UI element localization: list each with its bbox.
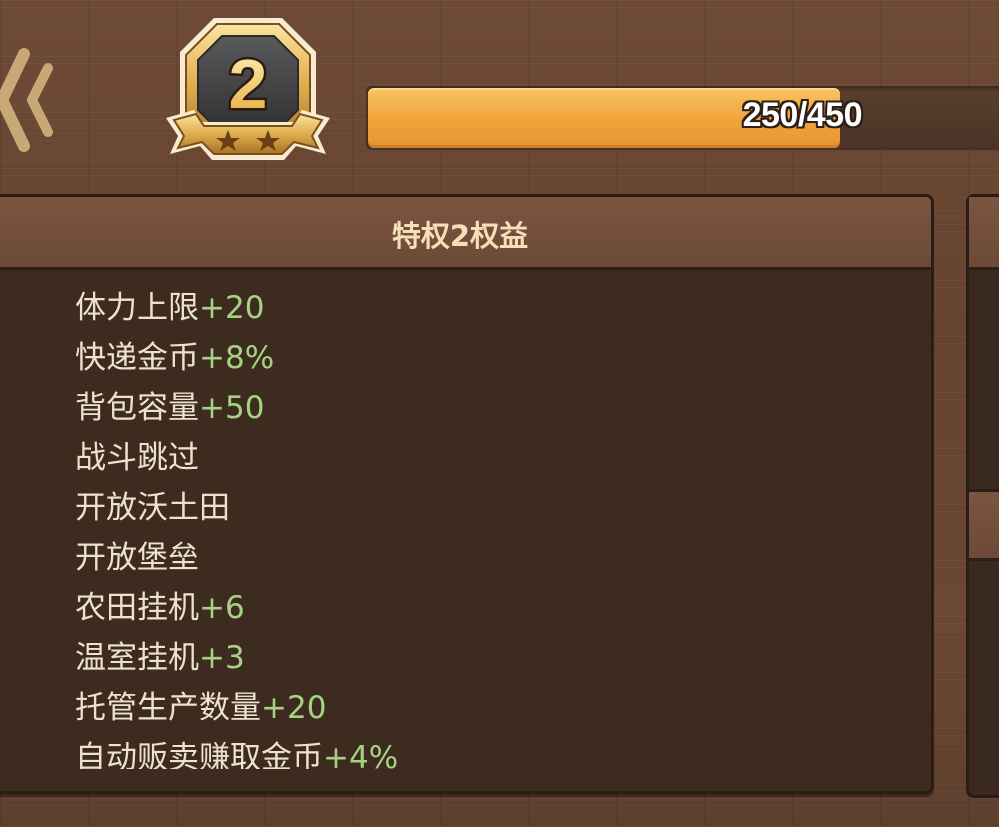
benefit-item: 战斗跳过 [75,433,911,483]
exp-progress-bar: 250/450 [366,86,999,150]
benefit-label: 背包容量 [75,390,199,426]
vip-level-badge-icon: 2 [166,18,330,160]
privilege-panel-title: 特权2权益 [391,219,529,253]
exp-progress-text: 250/450 [742,96,863,134]
benefit-value: +20 [261,690,327,726]
benefit-label: 战斗跳过 [75,440,199,476]
benefit-label: 体力上限 [75,290,199,326]
benefit-value: +50 [199,390,265,426]
benefit-item: 开放堡垒 [75,533,911,583]
privilege-panel-header: 特权2权益 [0,197,931,270]
benefit-item: 温室挂机+3 [75,633,911,683]
vip-level-badge: 2 [160,14,336,172]
benefit-list[interactable]: 体力上限+20 快递金币+8% 背包容量+50 战斗跳过 开放沃土田 开放堡垒 农田挂机+6… [75,283,911,769]
benefit-label: 开放沃土田 [75,490,230,526]
benefit-label: 快递金币 [75,340,199,376]
benefit-item: 农田挂机+6 [75,583,911,633]
benefit-value: +6 [199,590,245,626]
benefit-value: +8% [199,340,275,376]
benefit-item: 快递金币+8% [75,333,911,383]
next-privilege-panel-divider [969,489,999,561]
benefit-item: 自动贩卖赚取金币+4% [75,733,911,769]
back-button[interactable] [0,48,58,152]
level-number: 2 [229,45,268,123]
benefit-item: 体力上限+20 [75,283,911,333]
benefit-label: 开放堡垒 [75,540,199,576]
benefit-value: +3 [199,640,245,676]
benefit-label: 农田挂机 [75,590,199,626]
benefit-item: 托管生产数量+20 [75,683,911,733]
benefit-label: 托管生产数量 [75,690,261,726]
benefit-value: +4% [323,740,399,769]
benefit-label: 自动贩卖赚取金币 [75,740,323,769]
double-chevron-left-icon [0,48,53,152]
benefit-item: 开放沃土田 [75,483,911,533]
privilege-panel: 特权2权益 体力上限+20 快递金币+8% 背包容量+50 战斗跳过 开放沃土田 开放堡垒… [0,194,934,794]
next-privilege-panel [966,194,999,798]
benefit-label: 温室挂机 [75,640,199,676]
next-privilege-panel-header [969,197,999,270]
benefit-value: +20 [199,290,265,326]
benefit-item: 背包容量+50 [75,383,911,433]
